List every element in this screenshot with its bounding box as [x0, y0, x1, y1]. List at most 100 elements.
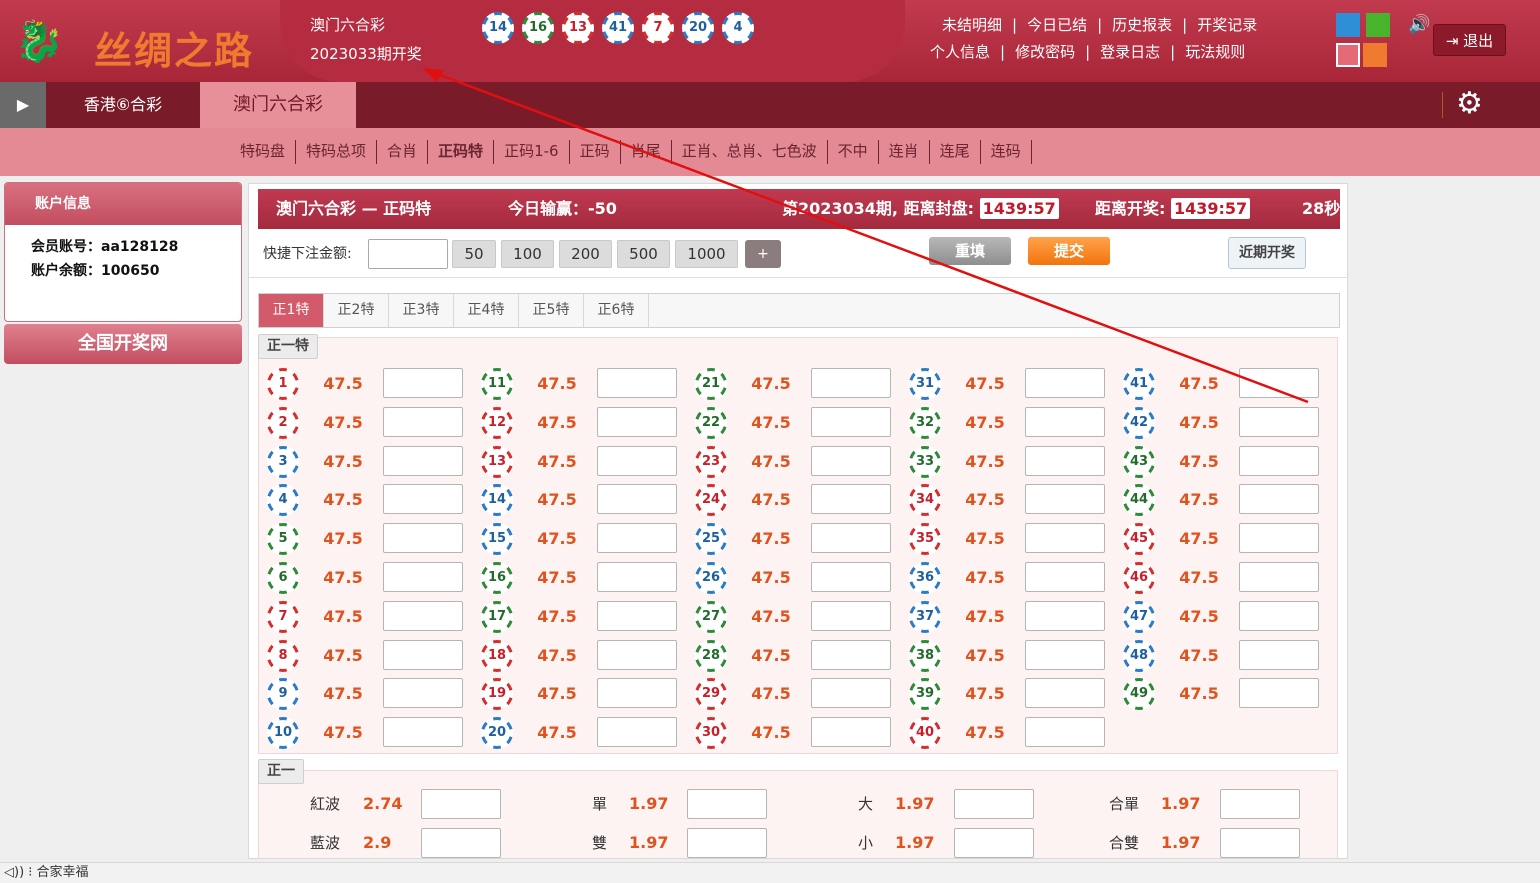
bet-amount-input[interactable] — [1025, 562, 1105, 592]
quick-amount-1000[interactable]: 1000 — [675, 240, 738, 268]
bet-amount-input[interactable] — [811, 717, 891, 748]
top-nav-link[interactable]: 历史报表 — [1112, 14, 1172, 41]
bet-amount-input[interactable] — [383, 484, 463, 515]
bet-amount-input[interactable] — [597, 368, 677, 398]
position-tab[interactable]: 正3特 — [389, 294, 454, 327]
bet-amount-input[interactable] — [597, 678, 677, 709]
reset-button[interactable]: 重填 — [929, 237, 1011, 265]
quick-amount-500[interactable]: 500 — [617, 240, 670, 268]
bet-amount-input[interactable] — [1025, 406, 1105, 437]
play-type-item[interactable]: 连码 — [981, 140, 1032, 164]
bet-amount-input[interactable] — [811, 406, 891, 437]
bet-amount-input[interactable] — [811, 600, 891, 631]
bet-amount-input[interactable] — [1239, 678, 1319, 709]
bet-amount-input[interactable] — [811, 368, 891, 398]
bet-amount-input[interactable] — [1239, 523, 1319, 554]
attribute-amount-input[interactable] — [687, 828, 767, 858]
bet-amount-input[interactable] — [1025, 445, 1105, 476]
bet-amount-input[interactable] — [383, 445, 463, 476]
bet-amount-input[interactable] — [1239, 406, 1319, 437]
bet-amount-input[interactable] — [1239, 639, 1319, 670]
bet-amount-input[interactable] — [597, 600, 677, 631]
theme-swatch-orange[interactable] — [1363, 43, 1387, 67]
lottery-tab-hk[interactable]: 香港⑥合彩 — [60, 82, 186, 128]
play-type-item[interactable]: 特码总项 — [296, 140, 378, 164]
theme-swatch-pink[interactable] — [1336, 43, 1360, 67]
position-tab[interactable]: 正6特 — [584, 294, 649, 327]
sidebar-toggle-icon[interactable]: ▶ — [0, 82, 46, 128]
play-type-item[interactable]: 连尾 — [930, 140, 981, 164]
theme-swatch-blue[interactable] — [1336, 13, 1360, 37]
top-nav-link[interactable]: 开奖记录 — [1197, 14, 1257, 41]
bet-amount-input[interactable] — [597, 484, 677, 515]
bet-amount-input[interactable] — [383, 523, 463, 554]
theme-swatch-green[interactable] — [1366, 13, 1390, 37]
bet-amount-input[interactable] — [811, 484, 891, 515]
logout-button[interactable]: ⇥ 退出 — [1433, 24, 1506, 56]
bet-amount-input[interactable] — [811, 523, 891, 554]
attribute-amount-input[interactable] — [687, 789, 767, 819]
lottery-tab-macau[interactable]: 澳门六合彩 — [200, 82, 356, 128]
bet-amount-input[interactable] — [383, 368, 463, 398]
play-type-item[interactable]: 特码盘 — [230, 140, 297, 164]
sound-icon[interactable]: 🔊 — [1408, 14, 1430, 35]
position-tab[interactable]: 正5特 — [519, 294, 584, 327]
bet-amount-input[interactable] — [811, 562, 891, 592]
settings-gear-icon[interactable]: ⚙ — [1456, 86, 1483, 121]
top-nav-link[interactable]: 修改密码 — [1015, 41, 1075, 68]
attribute-amount-input[interactable] — [1220, 828, 1300, 858]
play-type-item[interactable]: 连肖 — [879, 140, 930, 164]
attribute-amount-input[interactable] — [1220, 789, 1300, 819]
bet-amount-input[interactable] — [1025, 484, 1105, 515]
bet-amount-input[interactable] — [1025, 678, 1105, 709]
attribute-amount-input[interactable] — [954, 828, 1034, 858]
bet-amount-input[interactable] — [597, 523, 677, 554]
bet-amount-input[interactable] — [1239, 484, 1319, 515]
bet-amount-input[interactable] — [811, 445, 891, 476]
bet-amount-input[interactable] — [597, 406, 677, 437]
play-type-item[interactable]: 不中 — [828, 140, 879, 164]
bet-amount-input[interactable] — [383, 562, 463, 592]
bet-amount-input[interactable] — [597, 639, 677, 670]
bet-amount-input[interactable] — [383, 406, 463, 437]
bet-amount-input[interactable] — [1239, 600, 1319, 631]
bet-amount-input[interactable] — [1025, 523, 1105, 554]
bet-amount-input[interactable] — [1025, 639, 1105, 670]
quick-amount-100[interactable]: 100 — [501, 240, 554, 268]
bet-amount-input[interactable] — [597, 717, 677, 748]
play-type-item[interactable]: 正肖、总肖、七色波 — [672, 140, 828, 164]
bet-amount-input[interactable] — [597, 562, 677, 592]
bet-amount-input[interactable] — [811, 639, 891, 670]
attribute-amount-input[interactable] — [421, 828, 501, 858]
quick-amount-input[interactable] — [368, 239, 448, 269]
add-quick-amount-button[interactable]: + — [745, 240, 781, 268]
attribute-amount-input[interactable] — [954, 789, 1034, 819]
bet-amount-input[interactable] — [383, 600, 463, 631]
play-type-item[interactable]: 正码1-6 — [494, 140, 570, 164]
bet-amount-input[interactable] — [1025, 600, 1105, 631]
bet-amount-input[interactable] — [1239, 368, 1319, 398]
bet-amount-input[interactable] — [383, 717, 463, 748]
position-tab[interactable]: 正1特 — [259, 294, 324, 327]
recent-draws-button[interactable]: 近期开奖 — [1228, 237, 1306, 269]
bet-amount-input[interactable] — [1025, 368, 1105, 398]
top-nav-link[interactable]: 未结明细 — [942, 14, 1002, 41]
kaijiang-link-button[interactable]: 全国开奖网 — [4, 324, 242, 364]
position-tab[interactable]: 正2特 — [324, 294, 389, 327]
play-type-item[interactable]: 正码特 — [428, 140, 495, 164]
top-nav-link[interactable]: 个人信息 — [930, 41, 990, 68]
quick-amount-50[interactable]: 50 — [452, 240, 496, 268]
attribute-amount-input[interactable] — [421, 789, 501, 819]
quick-amount-200[interactable]: 200 — [559, 240, 612, 268]
bet-amount-input[interactable] — [383, 678, 463, 709]
bet-amount-input[interactable] — [1025, 717, 1105, 748]
top-nav-link[interactable]: 登录日志 — [1100, 41, 1160, 68]
bet-amount-input[interactable] — [811, 678, 891, 709]
bet-amount-input[interactable] — [597, 445, 677, 476]
play-type-item[interactable]: 合肖 — [377, 140, 429, 164]
submit-button[interactable]: 提交 — [1028, 237, 1110, 265]
bet-amount-input[interactable] — [1239, 562, 1319, 592]
play-type-item[interactable]: 正码 — [570, 140, 621, 164]
position-tab[interactable]: 正4特 — [454, 294, 519, 327]
top-nav-link[interactable]: 玩法规则 — [1185, 41, 1245, 68]
